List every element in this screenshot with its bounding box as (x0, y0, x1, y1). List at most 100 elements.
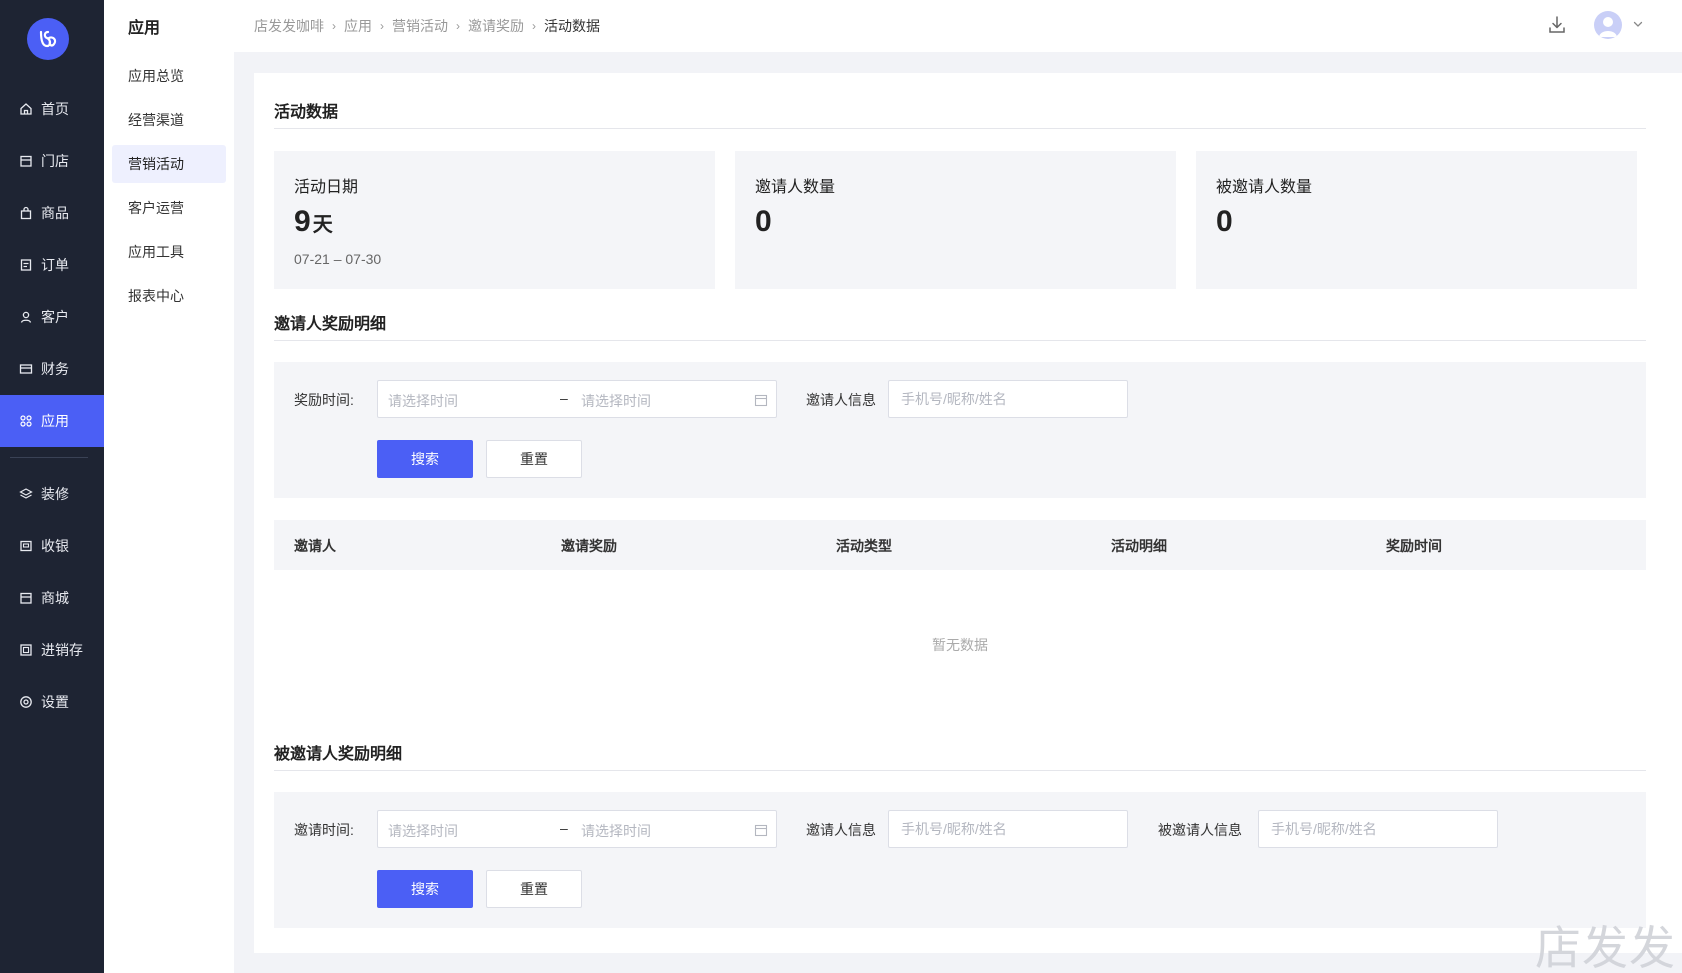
page-title: 活动数据 (274, 104, 339, 121)
nav-label: 订单 (41, 257, 69, 273)
subnav-title: 应用 (128, 20, 161, 37)
nav-item-apps[interactable]: 应用 (0, 395, 104, 447)
nav-item-finance[interactable]: 财务 (0, 343, 104, 395)
column-header-reward: 邀请奖励 (561, 538, 617, 554)
divider (274, 770, 1646, 771)
nav-item-inventory[interactable]: 进销存 (0, 624, 104, 676)
breadcrumb-current: 活动数据 (544, 18, 600, 34)
mall-icon (19, 591, 33, 605)
reset-button[interactable]: 重置 (486, 870, 582, 908)
brand-watermark: 店发发 (1535, 921, 1676, 973)
breadcrumb-item[interactable]: 应用 (344, 16, 372, 36)
inventory-icon (19, 643, 33, 657)
stat-card-inviter-count: 邀请人数量 0 (735, 151, 1176, 289)
user-icon (19, 310, 33, 324)
invitee-section-title: 被邀请人奖励明细 (274, 746, 403, 763)
nav-label: 财务 (41, 361, 69, 377)
stat-card-invitee-count: 被邀请人数量 0 (1196, 151, 1637, 289)
breadcrumb-item[interactable]: 邀请奖励 (468, 16, 524, 36)
settings-icon (19, 695, 33, 709)
layers-icon (19, 487, 33, 501)
inviter-info-label: 邀请人信息 (806, 822, 876, 838)
nav-label: 客户 (41, 309, 69, 325)
subnav-item-customer-ops[interactable]: 客户运营 (112, 189, 226, 227)
nav-label: 设置 (41, 694, 69, 710)
nav-item-customers[interactable]: 客户 (0, 291, 104, 343)
stat-label: 邀请人数量 (755, 179, 836, 196)
divider (274, 128, 1646, 129)
column-header-inviter: 邀请人 (294, 538, 336, 554)
stat-number: 9 (294, 205, 311, 238)
nav-item-store[interactable]: 门店 (0, 135, 104, 187)
search-button[interactable]: 搜索 (377, 440, 473, 478)
stat-label: 被邀请人数量 (1216, 179, 1313, 196)
reset-button[interactable]: 重置 (486, 440, 582, 478)
download-icon[interactable] (1546, 14, 1568, 36)
brand-logo-icon (39, 30, 57, 48)
subnav-item-tools[interactable]: 应用工具 (112, 233, 226, 271)
end-date-placeholder: 请选择时间 (581, 823, 651, 839)
nav-label: 进销存 (41, 642, 83, 658)
invitee-filter-panel: 邀请时间: 请选择时间 – 请选择时间 邀请人信息 被邀请人信息 搜索 重置 (274, 792, 1646, 928)
subnav-item-reports[interactable]: 报表中心 (112, 277, 226, 315)
nav-label: 商城 (41, 590, 69, 606)
reward-date-range-picker[interactable]: 请选择时间 – 请选择时间 (377, 380, 777, 418)
date-range-separator: – (560, 390, 568, 406)
avatar[interactable] (1594, 11, 1622, 39)
nav-item-settings[interactable]: 设置 (0, 676, 104, 728)
search-button[interactable]: 搜索 (377, 870, 473, 908)
apps-icon (19, 414, 33, 428)
nav-item-goods[interactable]: 商品 (0, 187, 104, 239)
cashier-icon (19, 539, 33, 553)
nav-label: 门店 (41, 153, 69, 169)
nav-label: 应用 (41, 413, 69, 429)
inviter-info-input[interactable] (888, 810, 1128, 848)
calendar-icon (754, 824, 768, 837)
subnav-item-channels[interactable]: 经营渠道 (112, 101, 226, 139)
breadcrumb-item[interactable]: 营销活动 (392, 16, 448, 36)
breadcrumb-item[interactable]: 店发发咖啡 (254, 16, 324, 36)
subnav-item-marketing[interactable]: 营销活动 (112, 145, 226, 183)
date-range-separator: – (560, 820, 568, 836)
invite-time-label: 邀请时间: (294, 822, 354, 838)
nav-item-home[interactable]: 首页 (0, 83, 104, 135)
invitee-info-label: 被邀请人信息 (1158, 822, 1242, 838)
main-sidebar: 首页 门店 商品 订单 客户 财务 应用 装修 收银 商城 进销存 设置 (0, 0, 104, 973)
end-date-placeholder: 请选择时间 (581, 393, 651, 409)
nav-label: 装修 (41, 486, 69, 502)
invite-date-range-picker[interactable]: 请选择时间 – 请选择时间 (377, 810, 777, 848)
nav-item-cashier[interactable]: 收银 (0, 520, 104, 572)
brand-logo[interactable] (27, 18, 69, 60)
order-icon (19, 258, 33, 272)
stat-card-activity-date: 活动日期 9天 07-21 – 07-30 (274, 151, 715, 289)
chevron-right-icon: › (380, 19, 384, 33)
stat-label: 活动日期 (294, 179, 359, 196)
invitee-info-input[interactable] (1258, 810, 1498, 848)
stat-value: 0 (1216, 205, 1233, 238)
nav-item-decoration[interactable]: 装修 (0, 468, 104, 520)
avatar-icon (1599, 17, 1617, 37)
nav-label: 收银 (41, 538, 69, 554)
stat-unit: 天 (312, 214, 333, 236)
secondary-sidebar: 应用 应用总览 经营渠道 营销活动 客户运营 应用工具 报表中心 (104, 0, 234, 973)
inviter-filter-panel: 奖励时间: 请选择时间 – 请选择时间 邀请人信息 搜索 重置 (274, 362, 1646, 498)
chevron-down-icon[interactable] (1632, 18, 1644, 30)
main-content: 活动数据 活动日期 9天 07-21 – 07-30 邀请人数量 0 被邀请人数… (254, 73, 1682, 953)
inviter-section-title: 邀请人奖励明细 (274, 316, 387, 333)
top-header: 店发发咖啡 › 应用 › 营销活动 › 邀请奖励 › 活动数据 (234, 0, 1682, 52)
table-header: 邀请人 邀请奖励 活动类型 活动明细 奖励时间 (274, 520, 1646, 570)
nav-item-mall[interactable]: 商城 (0, 572, 104, 624)
stat-value: 9天 (294, 205, 333, 239)
start-date-placeholder: 请选择时间 (388, 393, 458, 409)
nav-label: 商品 (41, 205, 69, 221)
breadcrumb: 店发发咖啡 › 应用 › 营销活动 › 邀请奖励 › 活动数据 (254, 16, 600, 36)
nav-item-orders[interactable]: 订单 (0, 239, 104, 291)
chevron-right-icon: › (532, 19, 536, 33)
reward-time-label: 奖励时间: (294, 392, 354, 408)
subnav-item-overview[interactable]: 应用总览 (112, 57, 226, 95)
column-header-reward-time: 奖励时间 (1386, 538, 1442, 554)
inviter-info-input[interactable] (888, 380, 1128, 418)
divider (274, 340, 1646, 341)
stat-value: 0 (755, 205, 772, 238)
bag-icon (19, 206, 33, 220)
